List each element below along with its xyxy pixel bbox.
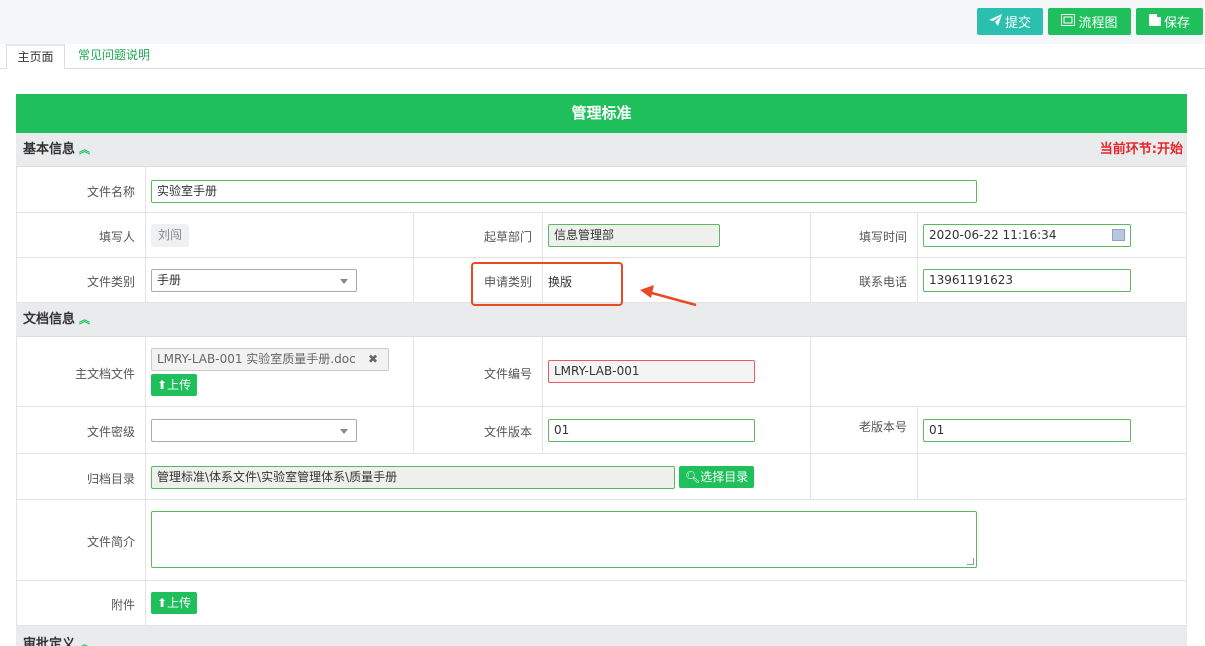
file-no-input[interactable]: LMRY-LAB-001: [548, 360, 755, 383]
phone-label: 联系电话: [858, 275, 907, 289]
annotation-highlight-box: [471, 262, 623, 306]
writer-value: 刘闯: [151, 224, 190, 247]
main-file-upload-button[interactable]: ⬆上传: [151, 374, 198, 396]
attach-upload-button[interactable]: ⬆上传: [151, 592, 198, 614]
attach-label: 附件: [110, 598, 135, 612]
chevron-up-icon[interactable]: ︽: [79, 313, 90, 326]
section-basic-title: 基本信息 ︽: [23, 142, 91, 157]
row-file-name: 文件名称 实验室手册: [16, 167, 1187, 213]
form-title: 管理标准: [16, 94, 1187, 133]
main-file-chip: LMRY-LAB-001 实验室质量手册.doc ✖: [151, 348, 389, 371]
send-icon: [988, 13, 1002, 30]
dept-label: 起草部门: [483, 230, 532, 244]
submit-button[interactable]: 提交: [977, 8, 1043, 35]
phone-input[interactable]: 13961191623: [923, 269, 1131, 292]
summary-textarea[interactable]: [151, 511, 977, 568]
old-version-label: 老版本号: [858, 420, 907, 434]
secret-select[interactable]: [151, 419, 357, 442]
main-file-label: 主文档文件: [74, 367, 135, 381]
writer-label: 填写人: [98, 230, 135, 244]
section-doc-title: 文档信息 ︽: [23, 312, 91, 327]
old-version-input[interactable]: 01: [923, 419, 1131, 442]
search-icon: 🔍︎: [685, 470, 701, 484]
version-input[interactable]: 01: [548, 419, 755, 442]
file-no-label: 文件编号: [483, 367, 532, 381]
dept-input[interactable]: 信息管理部: [548, 224, 720, 247]
flowchart-icon: [1061, 13, 1076, 30]
tab-bar: 主页面 常见问题说明: [0, 44, 1205, 69]
current-step-status: 当前环节:开始: [1099, 142, 1183, 157]
secret-label: 文件密级: [86, 425, 135, 439]
row-writer: 填写人 刘闯 起草部门 信息管理部 填写时间 2020-06-22 11:16:…: [16, 213, 1187, 258]
row-attachment: 附件 ⬆上传: [16, 581, 1187, 626]
calendar-icon[interactable]: [1112, 229, 1125, 241]
save-icon: [1148, 13, 1161, 30]
archive-label: 归档目录: [86, 472, 135, 486]
section-approval-header[interactable]: 审批定义 ︽: [16, 626, 1187, 646]
row-main-file: 主文档文件 LMRY-LAB-001 实验室质量手册.doc ✖ ⬆上传 文件编…: [16, 337, 1187, 407]
chevron-up-icon[interactable]: ︽: [79, 143, 90, 156]
row-version: 文件密级 文件版本 01 老版本号 01: [16, 407, 1187, 454]
chevron-up-icon[interactable]: ︽: [79, 638, 90, 646]
section-doc-header[interactable]: 文档信息 ︽: [16, 303, 1187, 337]
file-name-label: 文件名称: [86, 185, 135, 199]
choose-dir-button[interactable]: 🔍︎选择目录: [679, 466, 755, 488]
summary-label: 文件简介: [86, 535, 135, 549]
section-approval-title: 审批定义 ︽: [23, 628, 90, 646]
upload-icon: ⬆: [157, 596, 168, 610]
time-label: 填写时间: [858, 230, 907, 244]
tab-faq[interactable]: 常见问题说明: [78, 44, 150, 69]
upload-icon: ⬆: [157, 378, 168, 392]
top-toolbar: 提交 流程图 保存: [0, 0, 1205, 44]
row-archive: 归档目录 管理标准\体系文件\实验室管理体系\质量手册 🔍︎选择目录: [16, 454, 1187, 500]
save-button[interactable]: 保存: [1136, 8, 1203, 35]
tab-main[interactable]: 主页面: [6, 44, 65, 69]
file-name-input[interactable]: 实验室手册: [151, 180, 977, 203]
archive-input[interactable]: 管理标准\体系文件\实验室管理体系\质量手册: [151, 466, 675, 489]
flowchart-button[interactable]: 流程图: [1048, 8, 1131, 35]
close-icon[interactable]: ✖: [368, 349, 378, 370]
annotation-arrow-icon: [640, 285, 697, 307]
row-summary: 文件简介: [16, 500, 1187, 581]
category-select[interactable]: 手册: [151, 269, 357, 292]
section-basic-header[interactable]: 基本信息 ︽ 当前环节:开始: [16, 133, 1187, 167]
time-input[interactable]: 2020-06-22 11:16:34: [923, 224, 1131, 247]
category-label: 文件类别: [86, 275, 135, 289]
version-label: 文件版本: [483, 425, 532, 439]
